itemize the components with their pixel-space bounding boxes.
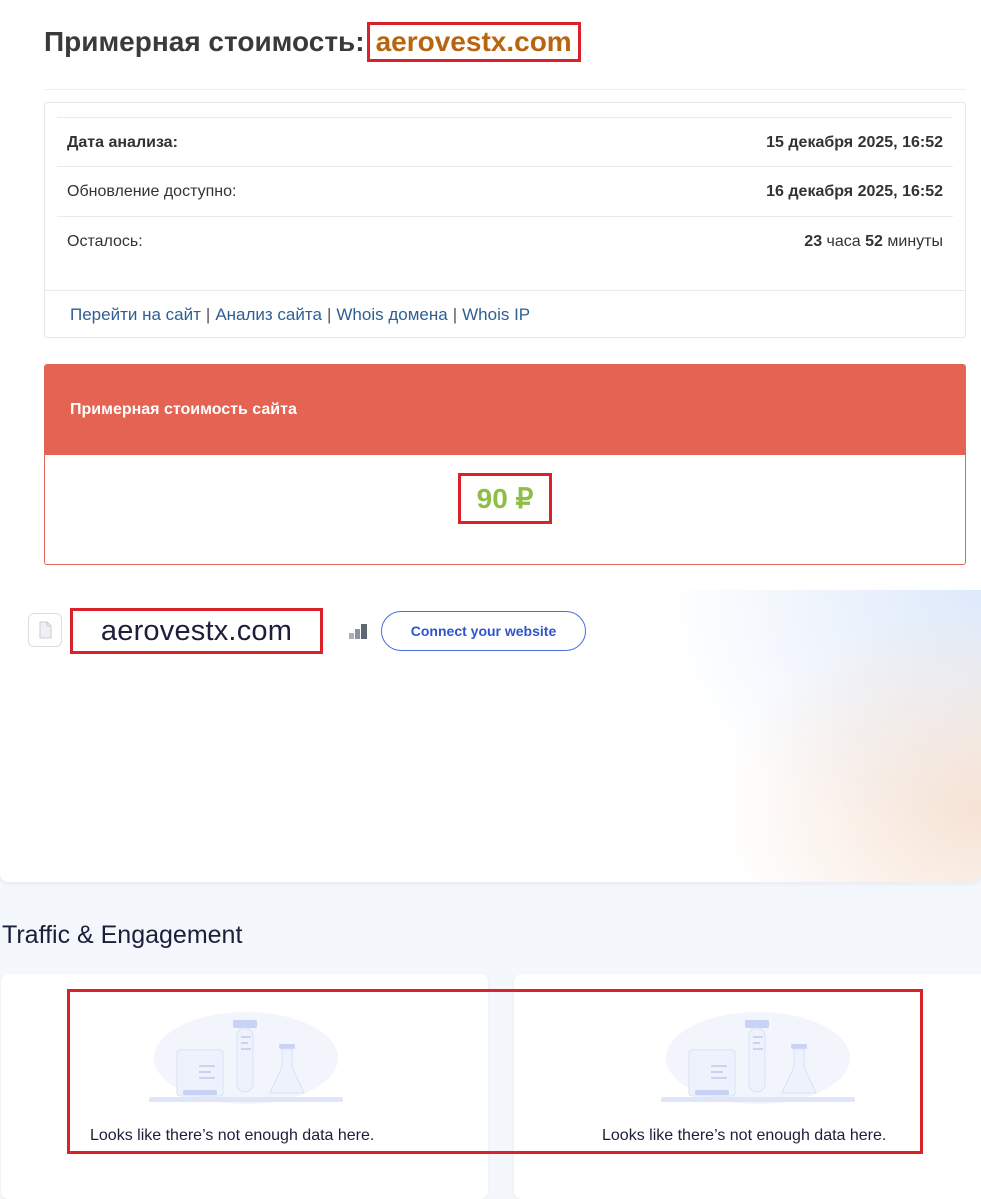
hours-value: 23	[804, 232, 823, 250]
title-domain: aerovestx.com	[366, 22, 581, 62]
row-update-available: Обновление доступно: 16 декабря 2025, 16…	[57, 166, 953, 216]
empty-data-message: Looks like there’s not enough data here.	[602, 1127, 887, 1144]
divider	[44, 89, 966, 90]
document-icon	[28, 613, 62, 647]
empty-data-message: Looks like there’s not enough data here.	[90, 1127, 375, 1144]
engagement-card: Looks like there’s not enough data here.	[514, 974, 981, 1199]
page-title-prefix: Примерная стоимость:	[44, 26, 365, 57]
link-separator: |	[326, 305, 332, 324]
analysis-info-panel: Дата анализа: 15 декабря 2025, 16:52 Обн…	[44, 102, 966, 338]
empty-data-illustration-icon	[149, 1012, 343, 1104]
connect-website-button[interactable]: Connect your website	[381, 611, 586, 651]
analysis-date-value: 15 декабря 2025, 16:52	[766, 133, 943, 151]
site-links: Перейти на сайт | Анализ сайта | Whois д…	[70, 303, 530, 327]
link-whois-ip[interactable]: Whois IP	[462, 305, 530, 325]
site-domain: aerovestx.com	[70, 608, 323, 654]
link-site-analysis[interactable]: Анализ сайта	[215, 305, 322, 325]
update-available-value: 16 декабря 2025, 16:52	[766, 182, 943, 200]
empty-data-illustration-icon	[661, 1012, 855, 1104]
divider	[45, 290, 965, 291]
minutes-value: 52	[865, 232, 883, 250]
row-analysis-date: Дата анализа: 15 декабря 2025, 16:52	[57, 117, 953, 167]
hours-unit: часа	[826, 232, 861, 250]
update-available-label: Обновление доступно:	[67, 182, 237, 200]
price-value: 90 ₽	[458, 473, 552, 524]
time-left-label: Осталось:	[67, 232, 143, 250]
bar-chart-icon	[348, 623, 368, 644]
price-card-heading: Примерная стоимость сайта	[45, 365, 965, 455]
link-separator: |	[205, 305, 211, 324]
traffic-engagement-title: Traffic & Engagement	[2, 921, 243, 949]
page-title: Примерная стоимость: aerovestx.com	[44, 22, 581, 62]
traffic-card: Looks like there’s not enough data here.	[1, 974, 488, 1199]
traffic-report-section: aerovestx.com Connect your website Traff…	[0, 590, 981, 1199]
row-time-left: Осталось: 23 часа 52 минуты	[57, 216, 953, 266]
site-header-card: aerovestx.com Connect your website	[0, 590, 981, 882]
time-left-value: 23 часа 52 минуты	[804, 233, 943, 251]
price-card: Примерная стоимость сайта 90 ₽	[44, 364, 966, 565]
analysis-date-label: Дата анализа:	[67, 133, 178, 151]
link-whois-domain[interactable]: Whois домена	[336, 305, 447, 325]
link-go-to-site[interactable]: Перейти на сайт	[70, 305, 201, 325]
minutes-unit: минуты	[887, 232, 943, 250]
link-separator: |	[452, 305, 458, 324]
